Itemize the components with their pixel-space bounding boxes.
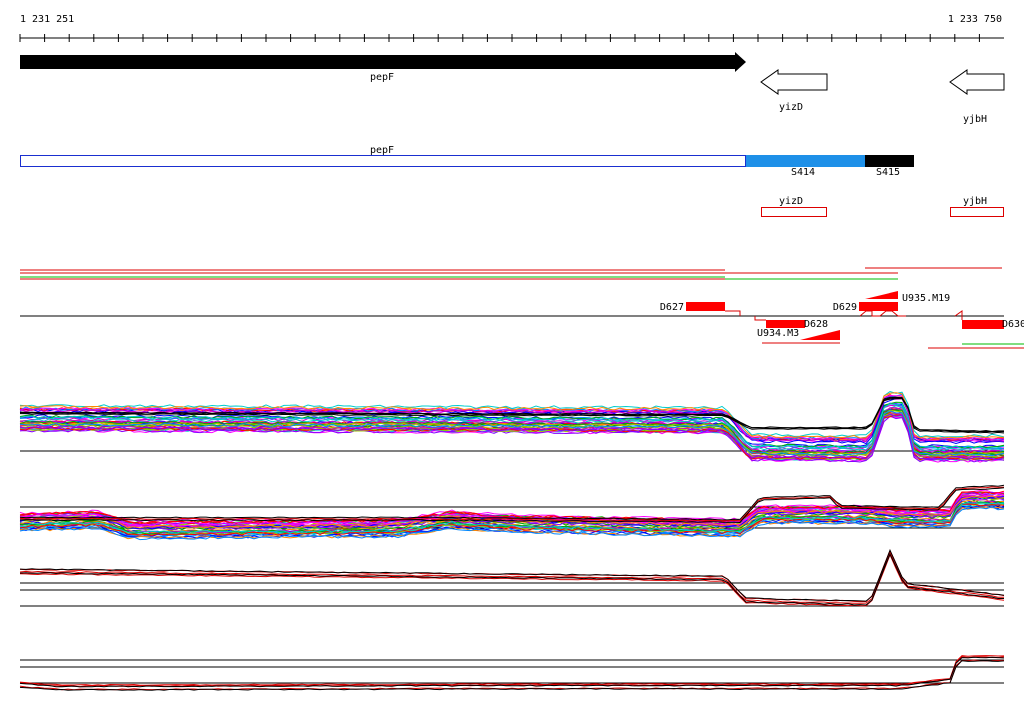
annotation-box-pepF[interactable] (20, 155, 746, 167)
feature-label-U935-M19: U935.M19 (902, 293, 950, 304)
coordinate-ruler: 1 231 251 1 233 750 (19, 14, 1004, 42)
segment-label-S415: S415 (876, 167, 900, 178)
feature-label-D628: D628 (804, 319, 828, 330)
gene-track: pepF yizD yjbH (20, 52, 1005, 125)
feature-label-D630: D630 (1002, 319, 1024, 330)
gene-arrow-yizD[interactable] (760, 69, 828, 95)
feature-connector-D629 (859, 310, 906, 317)
expression-profile-line (19, 552, 1004, 606)
expression-panel-3 (19, 549, 1005, 607)
ruler-start-label: 1 231 251 (20, 14, 74, 25)
feature-connector-D627 (725, 310, 741, 316)
segment-S414[interactable] (746, 155, 865, 167)
expression-profile-line (19, 656, 1005, 688)
genome-track-canvas: 1 231 251 1 233 750 pepF yizD yjbH pepF … (19, 14, 1024, 691)
annotation-track: pepF S414 S415 yizD yjbH (20, 145, 1004, 217)
gene-arrow-pepF[interactable] (20, 52, 746, 72)
feature-D629[interactable] (859, 302, 898, 311)
genome-browser-viewer: 1 231 251 1 233 750 pepF yizD yjbH pepF … (0, 0, 1024, 714)
expression-profile-line (19, 553, 1005, 607)
feature-D627[interactable] (686, 302, 725, 311)
expression-profile-line (19, 549, 1005, 602)
feature-D628[interactable] (766, 320, 805, 328)
feature-connector-D628 (754, 316, 766, 321)
feature-label-D627: D627 (660, 302, 684, 313)
annotation-box-yjbH[interactable] (950, 207, 1004, 217)
feature-U934-M3[interactable] (800, 330, 840, 340)
expression-panel-2 (19, 484, 1005, 541)
gene-label-pepF: pepF (370, 72, 394, 83)
annotation-label-pepF: pepF (370, 145, 394, 156)
feature-track: D627 D628 U934.M3 D629 U935.M19 D630 (20, 267, 1024, 349)
annotation-box-yizD[interactable] (761, 207, 827, 217)
gene-arrow-yjbH[interactable] (949, 69, 1005, 95)
annotation-label-yizD: yizD (779, 196, 803, 207)
gene-label-yizD: yizD (779, 102, 803, 113)
segment-S415[interactable] (865, 155, 914, 167)
feature-D630[interactable] (962, 320, 1004, 329)
expression-panel-4 (19, 655, 1005, 691)
expression-profile-line (19, 656, 1005, 688)
segment-label-S414: S414 (791, 167, 815, 178)
feature-label-U934-M3: U934.M3 (757, 328, 799, 339)
expression-panel-1 (19, 391, 1005, 463)
expression-profile-line (19, 549, 1005, 603)
annotation-label-yjbH: yjbH (963, 196, 987, 207)
feature-U935-M19[interactable] (865, 291, 898, 299)
ruler-end-label: 1 233 750 (948, 14, 1002, 25)
gene-label-yjbH: yjbH (963, 114, 987, 125)
feature-label-D629: D629 (833, 302, 857, 313)
